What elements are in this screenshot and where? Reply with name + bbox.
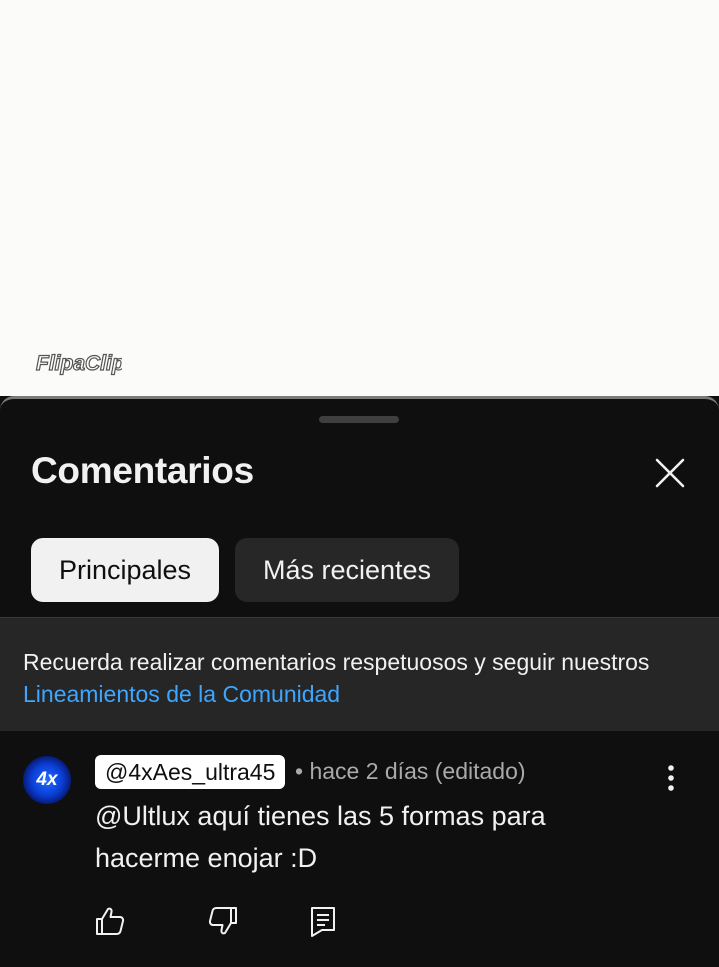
flipaclip-watermark: FlipaClip — [35, 351, 122, 375]
thumb-up-icon — [96, 907, 125, 935]
filter-top-chip[interactable]: Principales — [31, 538, 219, 602]
comment-meta: • hace 2 días (editado) — [295, 758, 526, 784]
avatar-text: 4x — [36, 769, 58, 790]
comment-author[interactable]: @4xAes_ultra45 — [95, 755, 286, 789]
comment-text: @Ultlux aquí tienes las 5 formas para ha… — [95, 801, 546, 873]
thumb-down-icon — [208, 907, 237, 935]
comments-sheet: Comentarios Principales Más recientes Re… — [0, 396, 719, 967]
comment-item: 4x @4xAes_ultra45 • hace 2 días (editado… — [0, 731, 719, 967]
comment-actions — [0, 901, 719, 945]
reply-icon — [311, 907, 335, 937]
community-guidelines-link[interactable]: Lineamientos de la Comunidad — [23, 678, 696, 710]
video-player[interactable]: FlipaClip — [0, 0, 719, 396]
close-button[interactable] — [650, 453, 690, 493]
reply-button[interactable] — [303, 901, 343, 941]
dislike-button[interactable] — [203, 901, 243, 941]
svg-text:FlipaClip: FlipaClip — [36, 352, 122, 375]
community-notice: Recuerda realizar comentarios respetuoso… — [0, 617, 719, 731]
drag-handle[interactable] — [319, 416, 399, 423]
more-vertical-icon — [668, 765, 674, 791]
notice-text: Recuerda realizar comentarios respetuoso… — [23, 649, 650, 675]
filter-newest-chip[interactable]: Más recientes — [235, 538, 459, 602]
sheet-title: Comentarios — [31, 450, 254, 491]
close-icon — [655, 458, 685, 488]
avatar[interactable]: 4x — [23, 756, 71, 804]
comment-more-button[interactable] — [654, 761, 688, 795]
like-button[interactable] — [90, 901, 130, 941]
